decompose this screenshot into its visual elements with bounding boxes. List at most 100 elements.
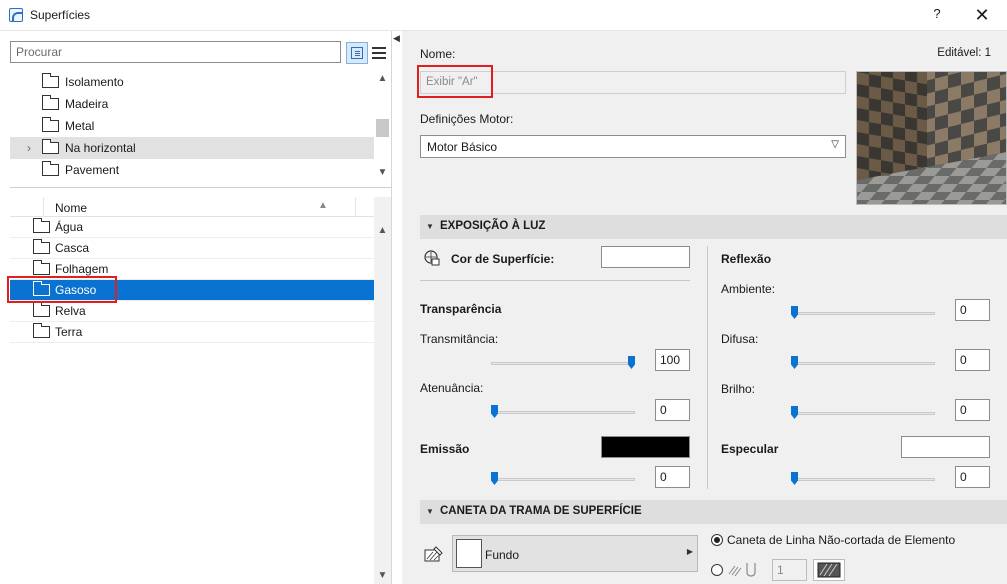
hatch-pen-icon — [424, 546, 443, 562]
folder-label: Isolamento — [65, 75, 124, 89]
surface-color-swatch[interactable] — [601, 246, 690, 268]
list-view-button[interactable] — [370, 42, 388, 64]
surface-list-scrollbar[interactable]: ▲ ▼ — [374, 197, 391, 584]
folder-item[interactable]: Isolamento — [10, 71, 374, 93]
folder-view-button[interactable] — [346, 42, 368, 64]
folder-label: Madeira — [65, 97, 109, 111]
surface-list-header[interactable]: Nome ▲ — [10, 197, 374, 217]
column-divider — [707, 246, 708, 489]
surface-folder-icon — [33, 302, 50, 317]
folder-icon — [42, 139, 59, 154]
folder-item[interactable]: › Na horizontal — [10, 137, 374, 159]
scroll-down-icon[interactable]: ▼ — [374, 167, 391, 178]
folder-label: Na horizontal — [65, 141, 136, 155]
transmittance-slider[interactable] — [491, 356, 635, 370]
slider-handle[interactable] — [628, 356, 635, 369]
brightness-input[interactable]: 0 — [955, 399, 990, 421]
collapse-triangle-icon: ▼ — [426, 507, 434, 516]
folder-tree-scrollbar[interactable]: ▲ ▼ — [374, 71, 391, 182]
light-exposure-section-header[interactable]: ▼ EXPOSIÇÃO À LUZ — [420, 215, 1007, 239]
ambient-slider[interactable] — [791, 306, 935, 320]
divider — [420, 280, 690, 281]
surface-label: Casca — [55, 241, 90, 255]
highlight-box-name-field — [417, 65, 493, 98]
surface-folder-icon — [33, 260, 50, 275]
light-exposure-title: EXPOSIÇÃO À LUZ — [440, 220, 546, 232]
surface-label: Relva — [55, 304, 86, 318]
slider-handle[interactable] — [791, 406, 798, 419]
ambient-label: Ambiente: — [721, 282, 776, 296]
surface-list-item[interactable]: Relva — [10, 301, 374, 322]
folder-tree: Isolamento Madeira Metal › Na horizontal Pave… — [10, 71, 374, 182]
folder-item[interactable]: Madeira — [10, 93, 374, 115]
emission-slider[interactable] — [491, 472, 635, 486]
pen-pattern-swatch[interactable] — [813, 559, 845, 581]
custom-pen-radio[interactable] — [711, 564, 723, 576]
transmittance-input[interactable]: 100 — [655, 349, 690, 371]
editable-count: Editável: 1 — [937, 47, 991, 59]
element-pen-radio-label: Caneta de Linha Não-cortada de Elemento — [727, 533, 956, 547]
brightness-slider[interactable] — [791, 406, 935, 420]
material-preview — [856, 71, 1007, 205]
surface-list-item[interactable]: Casca — [10, 238, 374, 259]
folder-item[interactable]: Metal — [10, 115, 374, 137]
diffuse-label: Difusa: — [721, 332, 759, 346]
slider-handle[interactable] — [791, 306, 798, 319]
attenuation-slider[interactable] — [491, 405, 635, 419]
transparency-label: Transparência — [420, 302, 502, 316]
slider-handle[interactable] — [491, 405, 498, 418]
name-label: Nome: — [420, 47, 456, 61]
slider-handle[interactable] — [491, 472, 498, 485]
diffuse-input[interactable]: 0 — [955, 349, 990, 371]
collapse-triangle-icon: ▼ — [426, 222, 434, 231]
help-button[interactable]: ? — [926, 6, 948, 26]
slider-handle[interactable] — [791, 472, 798, 485]
slider-handle[interactable] — [791, 356, 798, 369]
surface-settings-panel: Nome: Editável: 1 Exibir "Ar" Definições… — [402, 31, 1007, 584]
surface-folder-icon — [33, 323, 50, 338]
scrollbar-thumb[interactable] — [376, 119, 389, 137]
attenuation-input[interactable]: 0 — [655, 399, 690, 421]
background-pen-label: Fundo — [485, 548, 520, 562]
surface-label: Água — [55, 220, 84, 234]
surface-label: Terra — [55, 325, 83, 339]
specular-label: Especular — [721, 442, 779, 456]
search-input[interactable]: Procurar — [10, 41, 341, 63]
element-pen-radio[interactable] — [711, 534, 723, 546]
app-icon — [9, 8, 23, 22]
title-bar: Superfícies ? ✕ — [0, 0, 1007, 31]
specular-input[interactable]: 0 — [955, 466, 990, 488]
ambient-input[interactable]: 0 — [955, 299, 990, 321]
column-name-header[interactable]: Nome — [55, 201, 87, 215]
scroll-down-icon[interactable]: ▼ — [374, 570, 391, 581]
collapse-left-icon[interactable]: ◀ — [393, 33, 400, 44]
sort-ascending-icon: ▲ — [318, 200, 328, 211]
engine-select[interactable]: Motor Básico ▽ — [420, 135, 846, 158]
emission-label: Emissão — [420, 442, 470, 456]
panel-divider[interactable] — [10, 187, 391, 188]
background-pen-button[interactable]: Fundo ▶ — [452, 535, 698, 572]
engine-settings-label: Definições Motor: — [420, 112, 514, 126]
folder-label: Pavement — [65, 163, 120, 177]
surface-list-item[interactable]: Água — [10, 217, 374, 238]
folder-item[interactable]: Pavement — [10, 159, 374, 181]
pen-number-input[interactable]: 1 — [772, 559, 807, 581]
close-button[interactable]: ✕ — [968, 4, 996, 26]
surface-color-icon — [424, 250, 440, 266]
scroll-up-icon[interactable]: ▲ — [374, 225, 391, 236]
diffuse-slider[interactable] — [791, 356, 935, 370]
surface-list-item[interactable]: Terra — [10, 322, 374, 343]
scroll-up-icon[interactable]: ▲ — [374, 73, 391, 84]
surface-pen-section-header[interactable]: ▼ CANETA DA TRAMA DE SUPERFÍCIE — [420, 500, 1007, 524]
emission-input[interactable]: 0 — [655, 466, 690, 488]
pen-pattern-icon — [728, 563, 756, 577]
reflection-label: Reflexão — [721, 252, 772, 266]
specular-color-swatch[interactable] — [901, 436, 990, 458]
folder-label: Metal — [65, 119, 95, 133]
chevron-down-icon: ▽ — [831, 139, 839, 150]
specular-slider[interactable] — [791, 472, 935, 486]
brightness-label: Brilho: — [721, 382, 756, 396]
expand-chevron-icon[interactable]: › — [27, 137, 31, 159]
collapse-panel-toggle[interactable]: ◀ — [392, 31, 402, 584]
emission-color-swatch[interactable] — [601, 436, 690, 458]
